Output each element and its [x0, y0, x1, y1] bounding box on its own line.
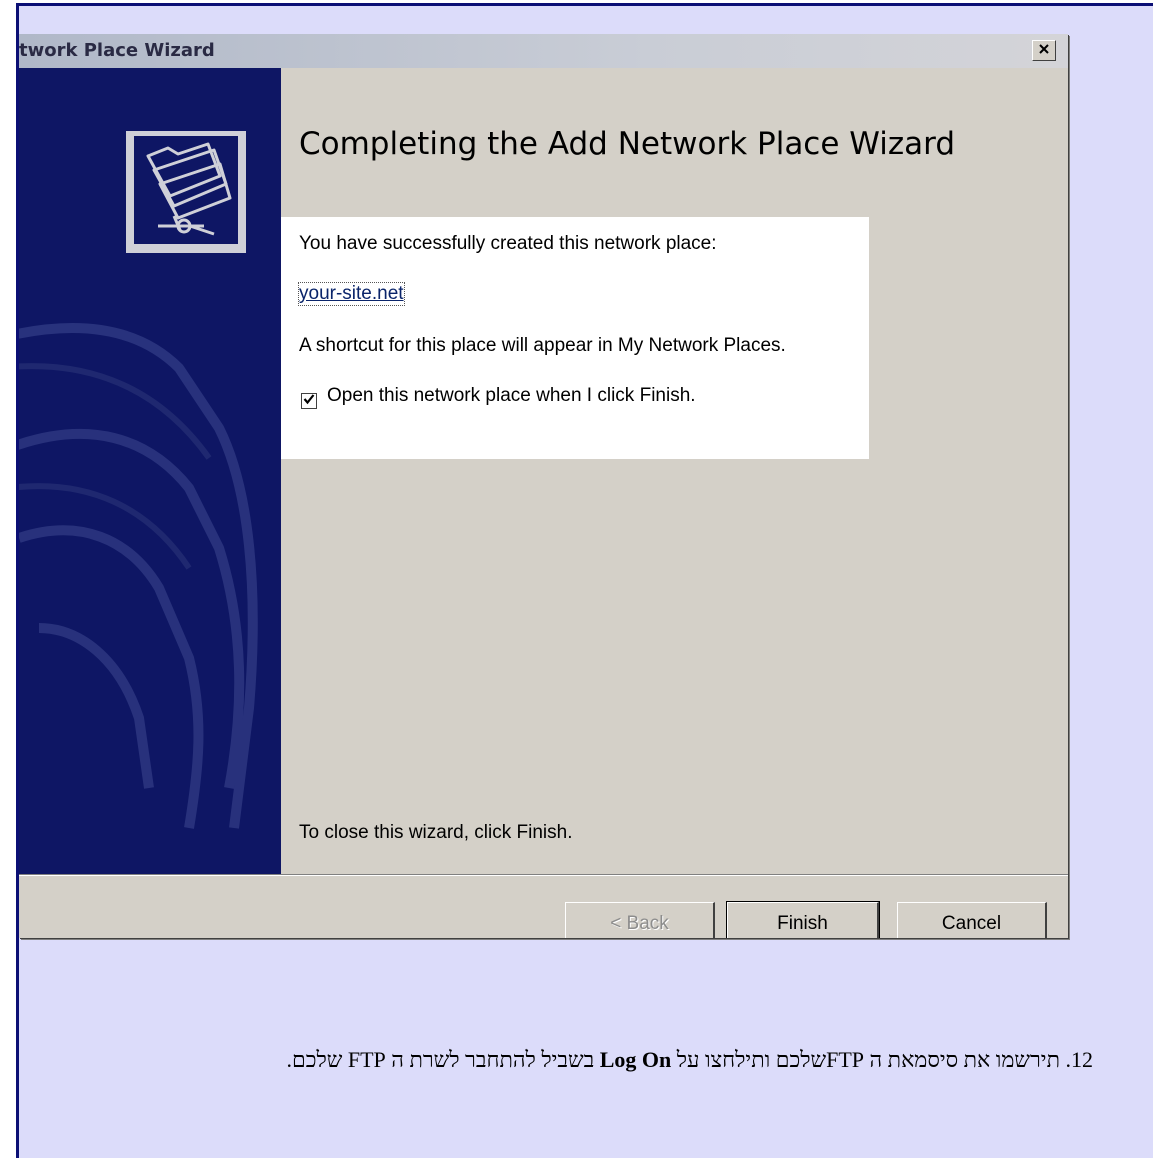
open-place-checkbox[interactable]: [301, 393, 317, 409]
window-title: twork Place Wizard: [19, 40, 215, 61]
button-separator: [19, 874, 1068, 876]
back-button[interactable]: < Back: [565, 902, 715, 938]
shortcut-text: A shortcut for this place will appear in…: [299, 335, 786, 356]
wizard-sidebar: [19, 68, 281, 874]
summary-panel: You have successfully created this netwo…: [281, 217, 869, 459]
wizard-content: Completing the Add Network Place Wizard …: [281, 68, 1068, 874]
cancel-button[interactable]: Cancel: [897, 902, 1047, 938]
network-place-link[interactable]: your-site.net: [298, 282, 405, 306]
close-button[interactable]: [1032, 40, 1056, 61]
close-hint-text: To close this wizard, click Finish.: [299, 822, 573, 843]
wizard-icon-box: [126, 131, 246, 253]
wizard-dialog: twork Place Wizard Completing the Add Ne…: [19, 34, 1068, 938]
checkmark-icon: [303, 392, 315, 410]
wizard-network-folder-icon: [134, 135, 238, 249]
open-place-checkbox-label[interactable]: Open this network place when I click Fin…: [327, 385, 696, 407]
title-bar[interactable]: twork Place Wizard: [19, 34, 1068, 68]
finish-button[interactable]: Finish: [726, 901, 880, 938]
page-frame: twork Place Wizard Completing the Add Ne…: [16, 3, 1153, 1158]
instruction-text-before: תירשמו את סיסמאת ה FTPשלכם ותילחצו על: [671, 1047, 1066, 1072]
wizard-heading: Completing the Add Network Place Wizard: [299, 126, 956, 162]
instruction-log-on: Log On: [599, 1047, 672, 1072]
instruction-text-after: בשביל להתחבר לשרת ה FTP שלכם.: [286, 1047, 600, 1072]
instruction-number: 12.: [1065, 1047, 1094, 1072]
success-text: You have successfully created this netwo…: [299, 233, 717, 254]
instruction-step-12: 12. תירשמו את סיסמאת ה FTPשלכם ותילחצו ע…: [73, 1046, 1093, 1073]
close-icon: [1038, 42, 1050, 60]
